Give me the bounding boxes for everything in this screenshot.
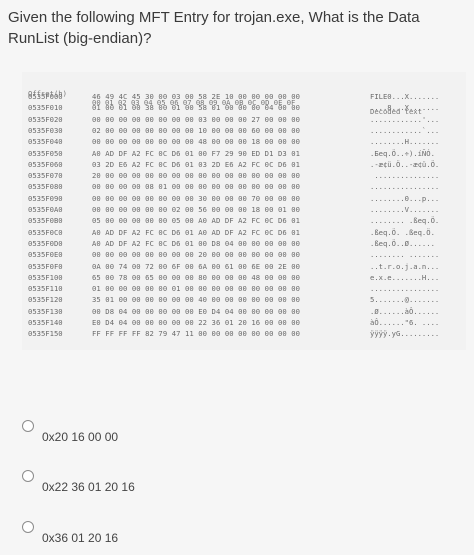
row-offset: 0535F070 [28,171,63,181]
answer-option-1[interactable]: 0x20 16 00 00 [22,420,119,444]
row-offset: 0535F100 [28,272,63,282]
row-decoded-text: .ßeq.Ö..Ø...... [370,238,435,248]
row-bytes: 35 01 00 00 00 00 00 00 40 00 00 00 00 0… [92,295,301,305]
option-label: 0x22 36 01 20 16 [42,480,135,494]
row-bytes: 01 00 01 00 38 00 01 00 58 01 00 00 00 0… [92,103,301,113]
row-bytes: A0 AD DF A2 FC 0C D6 01 A0 AD DF A2 FC 0… [92,227,301,237]
row-offset: 0535F050 [28,148,63,158]
row-bytes: 46 49 4C 45 30 00 03 00 58 2E 10 00 00 0… [92,92,301,101]
answer-option-2[interactable]: 0x22 36 01 20 16 [22,470,135,494]
row-offset: 0535F0E0 [28,250,63,260]
row-offset: 0535F040 [28,137,63,147]
row-offset: 0535F110 [28,284,63,294]
row-decoded-text: ........ ....... [370,250,440,260]
row-bytes: E0 D4 04 00 00 00 00 00 22 36 01 20 16 0… [92,318,301,327]
row-decoded-text: ........0...p... [370,193,440,203]
row-bytes: 0A 00 74 00 72 00 6F 00 6A 00 61 00 6E 0… [92,261,301,271]
row-offset: 0535F0D0 [28,238,63,248]
row-decoded-text: àÔ......"6. .... [370,318,440,327]
row-offset: 0535F020 [28,114,63,124]
row-decoded-text: ....8...X....... [370,103,440,113]
row-bytes: 03 2D E6 A2 FC 0C D6 01 03 2D E6 A2 FC 0… [92,159,301,169]
option-label: 0x36 01 20 16 [42,531,119,545]
row-decoded-text: .-æ¢ü.Ö..-æ¢ü.Ö. [370,159,440,169]
row-decoded-text: ..t.r.o.j.a.n... [370,261,440,271]
row-offset: 0535F060 [28,159,63,169]
row-offset: 0535F080 [28,182,63,192]
radio-button[interactable] [22,420,34,432]
row-decoded-text: .Ø......àÔ...... [370,306,440,316]
row-offset: 0535F0C0 [28,227,63,237]
row-bytes: 05 00 00 00 00 00 05 00 A0 AD DF A2 FC 0… [92,216,301,226]
row-bytes: 00 D8 04 00 00 00 00 00 E0 D4 04 00 00 0… [92,306,301,316]
row-decoded-text: .Бeq.Ö..÷).íÑÓ. [370,148,435,158]
row-decoded-text: ............`... [370,125,440,135]
row-bytes: 00 00 00 00 00 00 00 00 48 00 00 00 18 0… [92,137,301,147]
hex-header: Offset(h) 00 01 02 03 04 05 06 07 08 09 … [28,80,422,116]
hex-dump-image: Offset(h) 00 01 02 03 04 05 06 07 08 09 … [22,72,466,350]
radio-button[interactable] [22,470,34,482]
row-bytes: 65 00 78 00 65 00 00 00 80 00 00 00 48 0… [92,272,301,282]
row-bytes: 00 00 00 00 00 00 00 00 20 00 00 00 00 0… [92,250,301,260]
row-bytes: 01 00 00 00 00 00 01 00 00 00 00 00 00 0… [92,284,301,294]
row-decoded-text: ........ .ßeq.Ö. [370,216,440,226]
row-bytes: 20 00 00 00 00 00 00 00 00 00 00 00 00 0… [92,171,301,181]
radio-button[interactable] [22,521,34,533]
row-offset: 0535F140 [28,318,63,327]
row-bytes: 00 00 00 00 08 01 00 00 00 00 00 00 00 0… [92,182,301,192]
row-offset: 0535F0B0 [28,216,63,226]
row-offset: 0535F030 [28,125,63,135]
row-decoded-text: ............... [370,171,440,181]
row-offset: 0535F130 [28,306,63,316]
row-bytes: FF FF FF FF 82 79 47 11 00 00 00 00 00 0… [92,329,301,339]
row-bytes: A0 AD DF A2 FC 0C D6 01 00 D8 04 00 00 0… [92,238,301,248]
row-offset: 0535F010 [28,103,63,113]
option-label: 0x20 16 00 00 [42,430,119,444]
row-bytes: 02 00 00 00 00 00 00 00 10 00 00 00 60 0… [92,125,301,135]
row-offset: 0535F090 [28,193,63,203]
row-decoded-text: ........V....... [370,205,440,214]
row-bytes: 00 00 00 00 00 00 02 00 56 00 00 00 18 0… [92,205,301,214]
row-decoded-text: ............'... [370,114,440,124]
row-offset: 0535F150 [28,329,63,339]
row-offset: 0535F0A0 [28,205,63,214]
row-decoded-text: 5.......@....... [370,295,440,305]
row-decoded-text: .ßeq.Ö. .ßeq.Ö. [370,227,435,237]
row-bytes: A0 AD DF A2 FC 0C D6 01 00 F7 29 90 ED D… [92,148,301,158]
row-decoded-text: ÿÿÿÿ.yG......... [370,329,440,339]
row-offset: 0535F000 [28,92,63,101]
row-decoded-text: e.x.e.......H... [370,272,440,282]
row-offset: 0535F0F0 [28,261,63,271]
row-offset: 0535F120 [28,295,63,305]
row-decoded-text: ................ [370,284,440,294]
question-text: Given the following MFT Entry for trojan… [8,9,420,47]
row-bytes: 00 00 00 00 00 00 00 00 03 00 00 00 27 0… [92,114,301,124]
row-decoded-text: ................ [370,182,440,192]
row-decoded-text: FILE0...X....... [370,92,440,101]
row-bytes: 00 00 00 00 00 00 00 00 30 00 00 00 70 0… [92,193,301,203]
row-decoded-text: ........H....... [370,137,440,147]
answer-option-3[interactable]: 0x36 01 20 16 [22,521,119,545]
